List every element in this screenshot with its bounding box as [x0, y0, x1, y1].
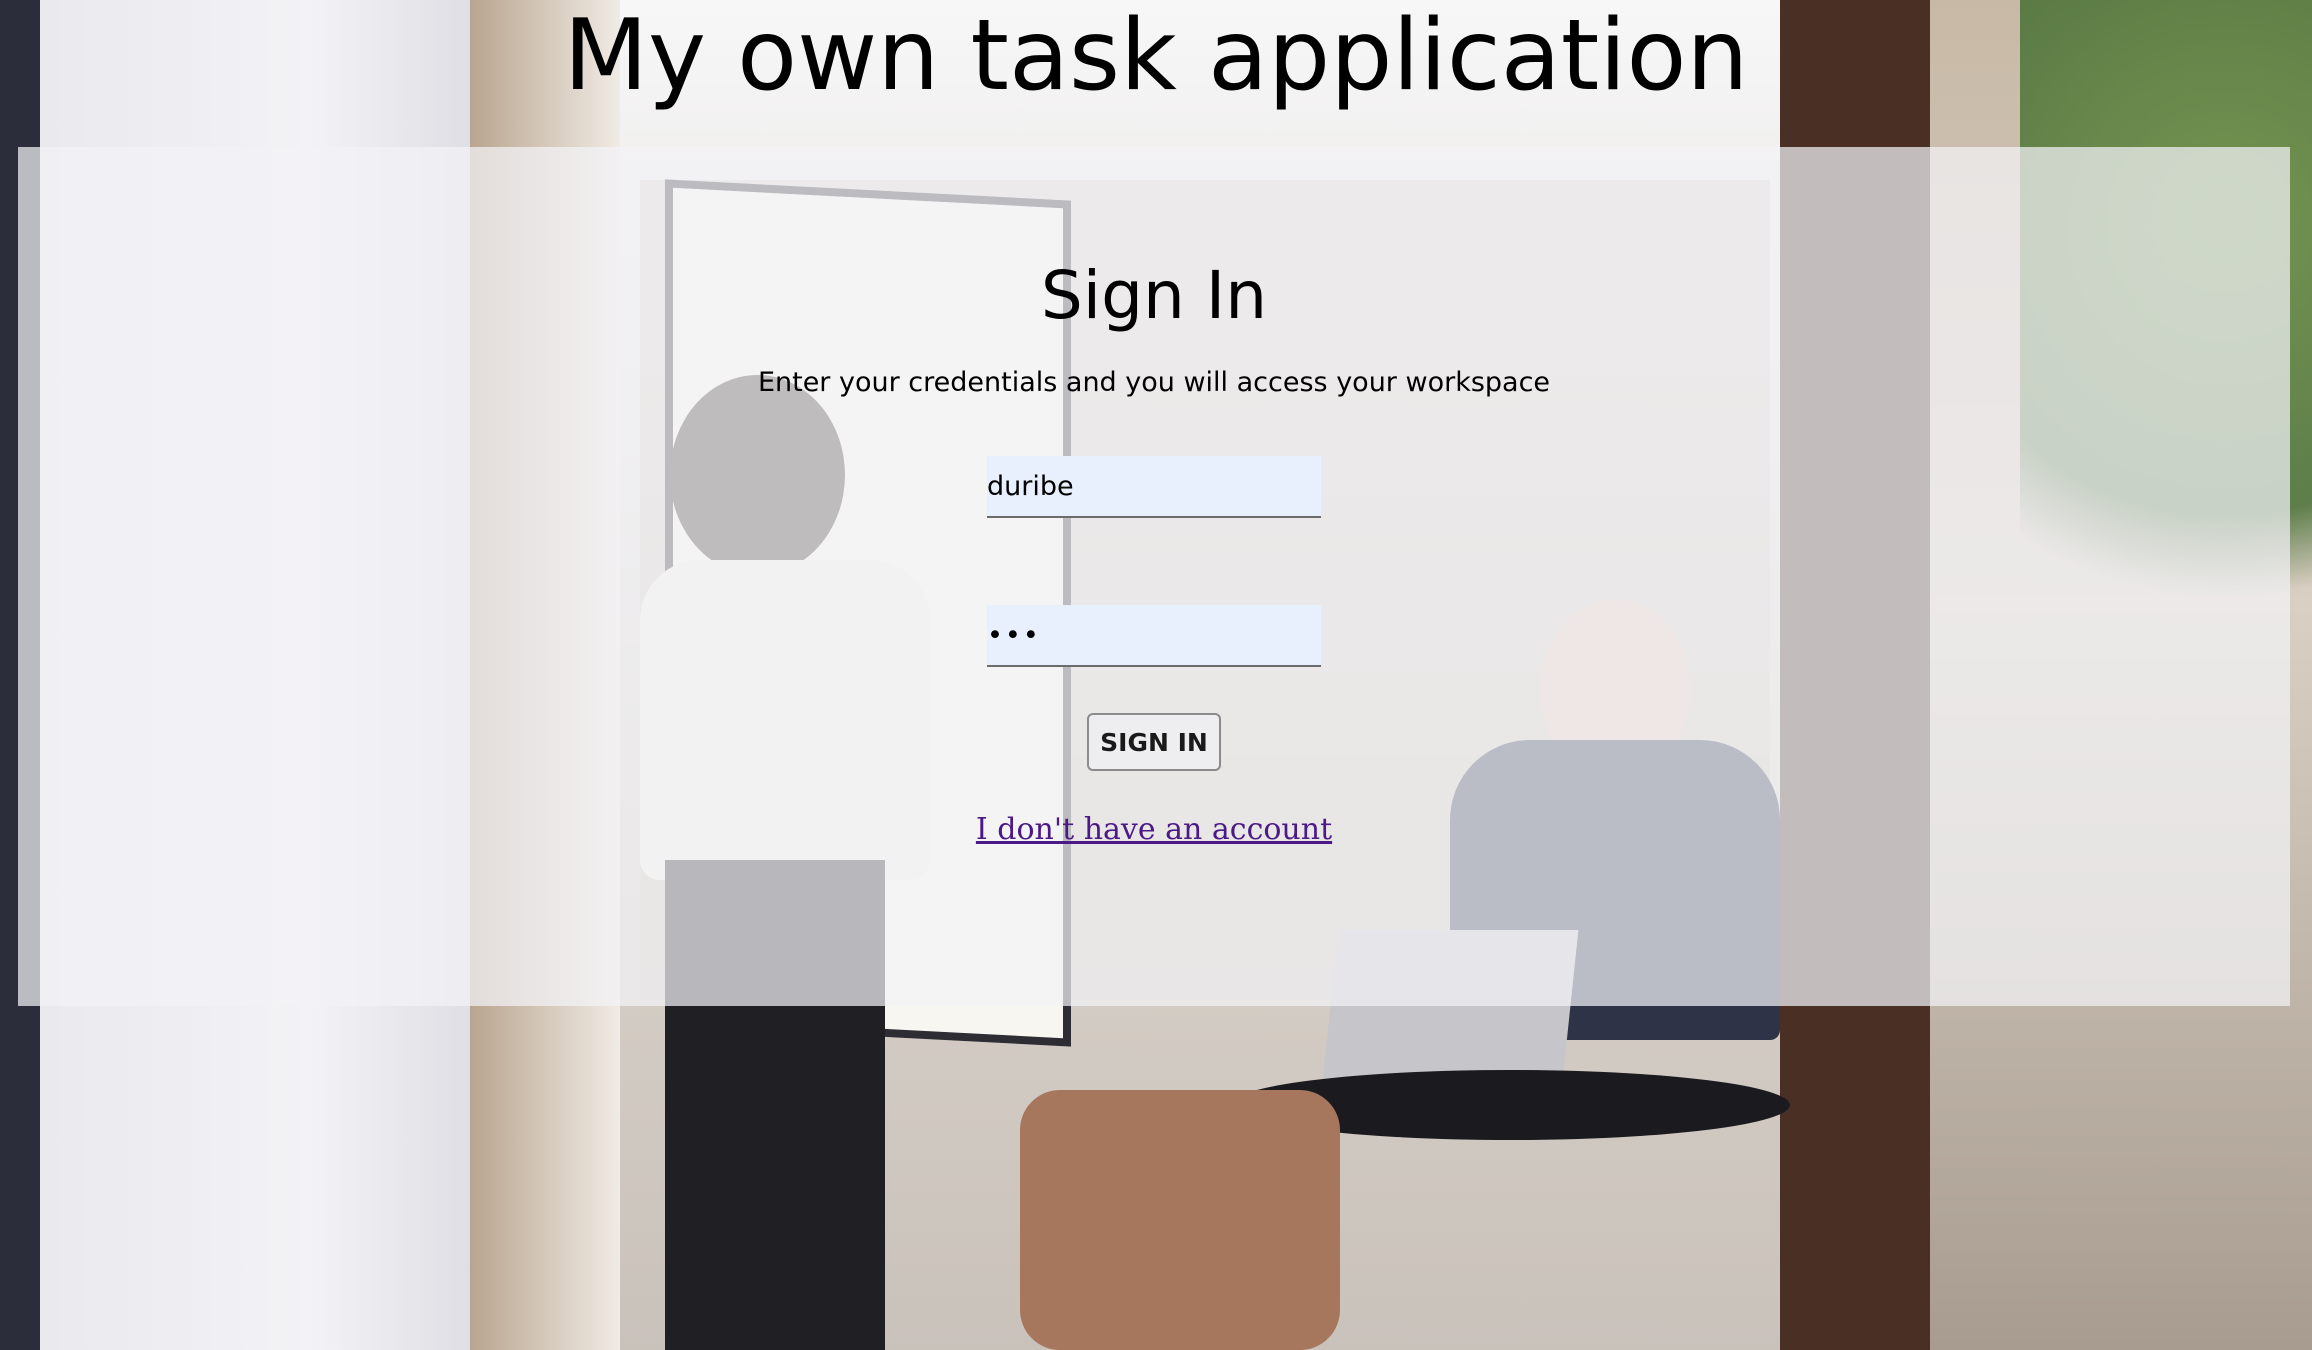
username-input[interactable]	[987, 456, 1321, 518]
background-chair	[1020, 1090, 1340, 1350]
signin-subtitle: Enter your credentials and you will acce…	[757, 367, 1551, 398]
app-title: My own task application	[563, 0, 1749, 113]
signin-title: Sign In	[1040, 257, 1268, 334]
signin-panel: Sign In Enter your credentials and you w…	[18, 147, 2290, 1006]
password-input[interactable]	[987, 605, 1321, 667]
sign-in-button[interactable]: SIGN IN	[1087, 713, 1221, 771]
no-account-link[interactable]: I don't have an account	[18, 810, 2290, 850]
